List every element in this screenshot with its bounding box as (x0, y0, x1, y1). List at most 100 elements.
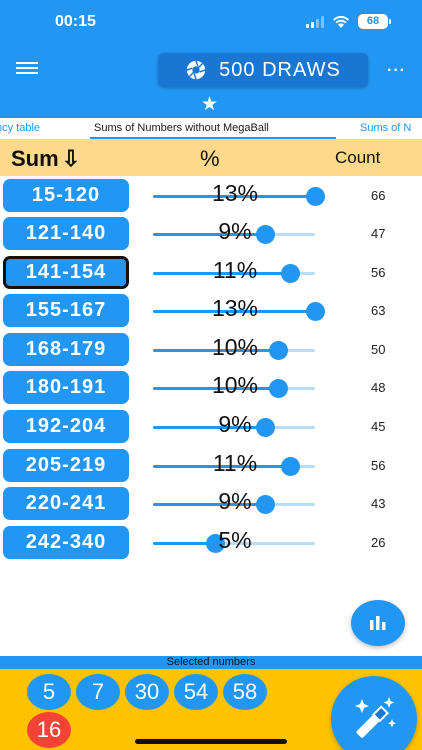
megaball-number[interactable]: 16 (27, 712, 71, 748)
number-ball[interactable]: 5 (27, 674, 71, 710)
table-row: 141-154 11% 56 (0, 253, 422, 291)
number-ball[interactable]: 58 (223, 674, 267, 710)
count-value: 56 (371, 458, 386, 473)
slider-fill (153, 310, 315, 313)
count-value: 47 (371, 226, 386, 241)
slider-fill (153, 503, 266, 506)
table-row: 180-191 10% 48 (0, 368, 422, 406)
sum-range-button[interactable]: 192-204 (3, 410, 129, 443)
bar-chart-icon (370, 616, 386, 630)
selected-numbers-label: Selected numbers (0, 656, 422, 669)
slider-thumb[interactable] (268, 341, 288, 360)
status-icons: 68 (306, 14, 391, 29)
count-value: 45 (371, 419, 386, 434)
sum-range-button-selected[interactable]: 141-154 (3, 256, 129, 289)
table-row: 155-167 13% 63 (0, 291, 422, 329)
number-ball[interactable]: 30 (125, 674, 169, 710)
app-bar: 00:15 68 500 DRAWS ··· ★ (0, 0, 422, 118)
table-header: Sum ⇩ % Count (0, 140, 422, 176)
slider-fill (153, 349, 278, 352)
count-value: 63 (371, 303, 386, 318)
slider-thumb[interactable] (256, 225, 276, 244)
table-row: 192-204 9% 45 (0, 407, 422, 445)
count-value: 50 (371, 342, 386, 357)
sum-range-button[interactable]: 220-241 (3, 487, 129, 520)
wifi-icon (333, 15, 349, 28)
number-ball[interactable]: 7 (76, 674, 120, 710)
statistics-chart-button[interactable] (351, 600, 405, 646)
percent-slider[interactable] (153, 225, 315, 244)
slider-fill (153, 195, 315, 198)
count-column-header: Count (335, 148, 381, 167)
percent-slider[interactable] (153, 341, 315, 360)
count-value: 26 (371, 535, 386, 550)
sum-range-button[interactable]: 242-340 (3, 526, 129, 559)
battery-icon: 68 (358, 14, 391, 29)
sum-ranges-list: 15-120 13% 66 121-140 9% 47 141-154 11% … (0, 176, 422, 560)
count-value: 48 (371, 380, 386, 395)
draws-count-button[interactable]: 500 DRAWS (158, 53, 368, 87)
aperture-icon (186, 60, 206, 80)
sum-range-button[interactable]: 15-120 (3, 179, 129, 212)
slider-thumb[interactable] (256, 495, 276, 514)
sum-range-button[interactable]: 180-191 (3, 371, 129, 404)
percent-slider[interactable] (153, 187, 325, 206)
slider-thumb[interactable] (306, 187, 325, 206)
count-value: 56 (371, 265, 386, 280)
draws-count-label: 500 DRAWS (219, 58, 341, 81)
tab-sums-without-megaball[interactable]: Sums of Numbers without MegaBall (94, 122, 269, 134)
table-row: 242-340 5% 26 (0, 523, 422, 561)
percent-slider[interactable] (153, 264, 315, 283)
slider-thumb[interactable] (281, 457, 301, 476)
sum-range-button[interactable]: 205-219 (3, 449, 129, 482)
slider-fill (153, 387, 278, 390)
percent-value: 13% (211, 180, 259, 206)
table-row: 15-120 13% 66 (0, 176, 422, 214)
slider-thumb[interactable] (281, 264, 301, 283)
percent-slider[interactable] (153, 534, 315, 553)
slider-thumb[interactable] (256, 418, 276, 437)
more-options-icon[interactable]: ··· (387, 62, 406, 80)
table-row: 220-241 9% 43 (0, 484, 422, 522)
count-value: 43 (371, 496, 386, 511)
percent-slider[interactable] (153, 302, 325, 321)
magic-wand-icon (355, 697, 396, 738)
sum-column-header[interactable]: Sum ⇩ (11, 146, 80, 172)
slider-thumb[interactable] (268, 379, 288, 398)
slider-fill (153, 465, 291, 468)
percent-column-header: % (200, 146, 220, 171)
table-row: 205-219 11% 56 (0, 446, 422, 484)
cellular-signal-icon (306, 15, 324, 28)
tab-frequency-table[interactable]: ncy table (0, 122, 40, 134)
hamburger-menu-icon[interactable] (16, 62, 38, 78)
percent-slider[interactable] (153, 457, 315, 476)
slider-fill (153, 272, 291, 275)
percent-value: 11% (212, 450, 258, 476)
sum-range-button[interactable]: 121-140 (3, 217, 129, 250)
status-time: 00:15 (55, 13, 96, 30)
slider-fill (153, 233, 266, 236)
percent-value: 10% (211, 372, 259, 398)
sum-range-button[interactable]: 155-167 (3, 294, 129, 327)
tab-bar: ncy table Sums of Numbers without MegaBa… (0, 118, 422, 140)
percent-slider[interactable] (153, 495, 315, 514)
count-value: 66 (371, 188, 386, 203)
table-row: 121-140 9% 47 (0, 214, 422, 252)
percent-value: 10% (211, 334, 259, 360)
percent-slider[interactable] (153, 418, 315, 437)
percent-value: 11% (212, 257, 258, 283)
favorite-star-icon[interactable]: ★ (201, 93, 218, 116)
slider-thumb[interactable] (206, 534, 226, 553)
home-indicator (135, 739, 287, 744)
tab-sums-next[interactable]: Sums of N (360, 122, 411, 134)
percent-value: 13% (211, 295, 259, 321)
active-tab-indicator (90, 137, 336, 139)
sum-header-label: Sum (11, 146, 59, 171)
number-ball[interactable]: 54 (174, 674, 218, 710)
sort-down-arrow-icon: ⇩ (61, 146, 81, 171)
slider-fill (153, 426, 266, 429)
table-row: 168-179 10% 50 (0, 330, 422, 368)
sum-range-button[interactable]: 168-179 (3, 333, 129, 366)
percent-slider[interactable] (153, 379, 315, 398)
slider-thumb[interactable] (306, 302, 325, 321)
